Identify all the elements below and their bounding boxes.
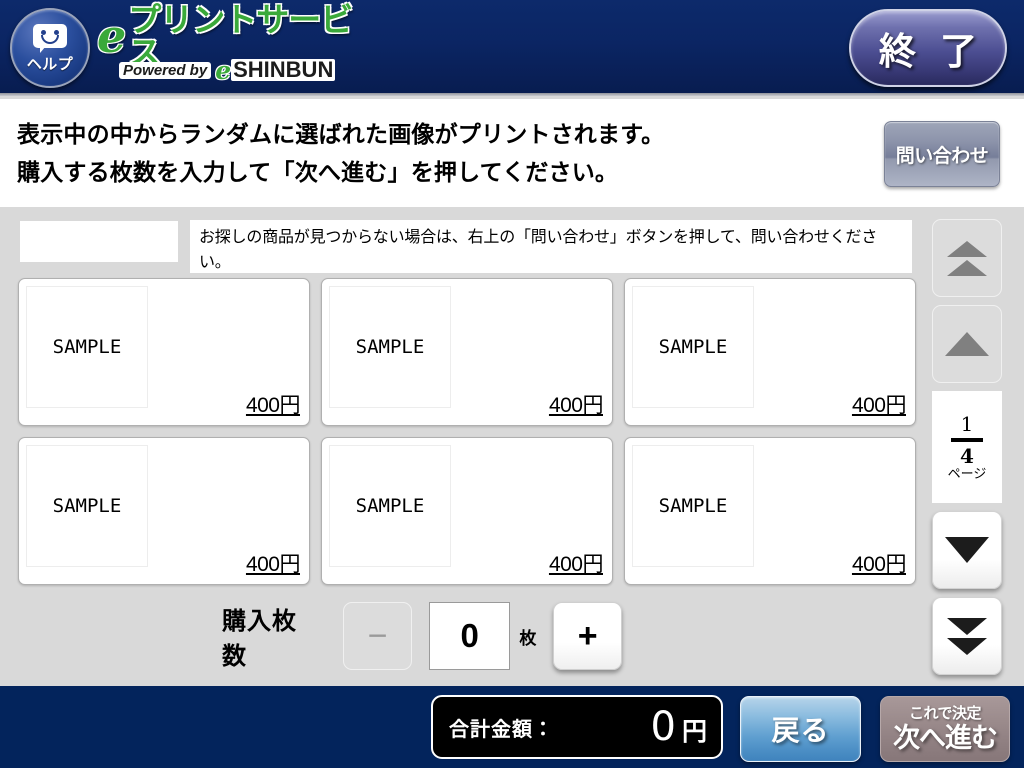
next-button[interactable]: これで決定 次へ進む <box>880 696 1010 762</box>
help-button-label: ヘルプ <box>26 56 74 73</box>
item-price: 400円 <box>245 553 301 576</box>
logo-powered-by: Powered by <box>119 61 212 79</box>
prev-page-button[interactable] <box>932 305 1002 383</box>
item-tile[interactable]: SAMPLE 400円 <box>624 278 916 426</box>
exit-button[interactable]: 終 了 <box>849 9 1007 87</box>
quantity-value[interactable]: 0 <box>428 602 511 670</box>
logo-brand-name: SHINBUN <box>231 57 336 82</box>
inquiry-button-label: 問い合わせ <box>895 145 989 167</box>
next-button-label: 次へ進む <box>893 723 998 753</box>
quantity-decrease-label: − <box>367 617 388 655</box>
item-thumbnail-label: SAMPLE <box>355 336 425 358</box>
next-page-button[interactable] <box>932 511 1002 589</box>
back-button-label: 戻る <box>771 715 830 746</box>
quantity-stepper: 購入枚数 − 0 枚 + <box>222 599 622 673</box>
logo-e-mark: e <box>97 9 127 63</box>
content-area: お探しの商品が見つからない場合は、右上の「問い合わせ」ボタンを押して、問い合わせ… <box>0 207 1024 686</box>
page-divider <box>951 438 983 442</box>
item-thumbnail: SAMPLE <box>26 445 148 567</box>
exit-button-label: 終 了 <box>878 31 985 72</box>
footer-bar: 合計金額： 0 円 <box>0 686 1024 768</box>
category-display-box <box>20 221 178 262</box>
instruction-bar: 表示中の中からランダムに選ばれた画像がプリントされます。 購入する枚数を入力して… <box>0 99 1024 207</box>
item-tile[interactable]: SAMPLE 400円 <box>624 437 916 585</box>
notice-box: お探しの商品が見つからない場合は、右上の「問い合わせ」ボタンを押して、問い合わせ… <box>190 220 912 273</box>
item-grid: SAMPLE 400円 SAMPLE 400円 SAMPLE 400円 SAMP… <box>18 278 916 585</box>
quantity-decrease-button[interactable]: − <box>343 602 412 670</box>
quantity-increase-label: + <box>577 617 598 655</box>
help-button[interactable]: ヘルプ <box>10 8 90 88</box>
item-price: 400円 <box>245 394 301 417</box>
instruction-text: 表示中の中からランダムに選ばれた画像がプリントされます。 購入する枚数を入力して… <box>17 115 867 191</box>
quantity-label: 購入枚数 <box>222 608 297 670</box>
kiosk-screen: ヘルプ e プリントサービス Powered by e SHINBUN 終 了 … <box>0 0 1024 768</box>
item-thumbnail-label: SAMPLE <box>658 336 728 358</box>
speech-bubble-smiley-icon <box>33 24 67 53</box>
item-price: 400円 <box>851 553 907 576</box>
item-price: 400円 <box>548 553 604 576</box>
chevron-down-icon <box>945 537 989 563</box>
item-thumbnail: SAMPLE <box>329 445 451 567</box>
item-price: 400円 <box>851 394 907 417</box>
item-thumbnail: SAMPLE <box>632 286 754 408</box>
last-page-button[interactable] <box>932 597 1002 675</box>
page-unit-label: ページ <box>947 466 987 481</box>
item-thumbnail-label: SAMPLE <box>355 495 425 517</box>
total-amount-value: 0 円 <box>651 704 707 750</box>
item-thumbnail: SAMPLE <box>329 286 451 408</box>
total-page-number: 4 <box>960 444 974 468</box>
notice-text: お探しの商品が見つからない場合は、右上の「問い合わせ」ボタンを押して、問い合わせ… <box>199 229 878 271</box>
item-thumbnail: SAMPLE <box>26 286 148 408</box>
current-page-number: 1 <box>960 412 974 436</box>
quantity-increase-button[interactable]: + <box>553 602 622 670</box>
pagination-control: 1 4 ページ <box>932 219 1004 675</box>
back-button[interactable]: 戻る <box>740 696 861 762</box>
total-amount-currency: 円 <box>681 718 707 746</box>
next-button-sublabel: これで決定 <box>908 705 982 722</box>
item-thumbnail-label: SAMPLE <box>52 336 122 358</box>
first-page-button[interactable] <box>932 219 1002 297</box>
quantity-unit: 枚 <box>519 628 537 648</box>
total-amount-label: 合計金額： <box>449 718 554 741</box>
item-thumbnail-label: SAMPLE <box>52 495 122 517</box>
item-tile[interactable]: SAMPLE 400円 <box>321 437 613 585</box>
instruction-line-2: 購入する枚数を入力して「次へ進む」を押してください。 <box>17 159 619 185</box>
double-chevron-down-icon <box>947 617 987 635</box>
item-thumbnail: SAMPLE <box>632 445 754 567</box>
double-chevron-up-icon <box>947 240 987 257</box>
chevron-up-icon <box>945 332 989 356</box>
total-amount-number: 0 <box>650 704 676 750</box>
page-indicator: 1 4 ページ <box>932 391 1002 503</box>
item-thumbnail-label: SAMPLE <box>658 495 728 517</box>
instruction-line-1: 表示中の中からランダムに選ばれた画像がプリントされます。 <box>17 121 665 147</box>
item-tile[interactable]: SAMPLE 400円 <box>18 437 310 585</box>
app-header: ヘルプ e プリントサービス Powered by e SHINBUN 終 了 <box>0 0 1024 96</box>
item-tile[interactable]: SAMPLE 400円 <box>321 278 613 426</box>
item-price: 400円 <box>548 394 604 417</box>
item-tile[interactable]: SAMPLE 400円 <box>18 278 310 426</box>
total-amount-display: 合計金額： 0 円 <box>431 695 723 759</box>
inquiry-button[interactable]: 問い合わせ <box>884 121 1000 187</box>
logo-brand-e-mark: e <box>215 55 232 85</box>
eprint-service-logo: e プリントサービス Powered by e SHINBUN <box>97 3 377 86</box>
